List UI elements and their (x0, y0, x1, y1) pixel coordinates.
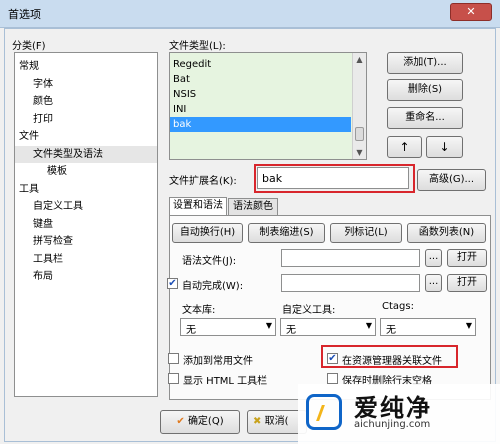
logo-icon (306, 394, 342, 430)
ctags-value: 无 (386, 325, 396, 336)
syntax-file-label: 语法文件(J): (182, 256, 237, 267)
tab-syntax-colors[interactable]: 语法颜色 (228, 198, 278, 216)
autocomplete-checkbox[interactable]: ✔ (167, 278, 178, 289)
add-common-checkbox[interactable] (168, 353, 179, 364)
scroll-down-icon[interactable]: ▼ (353, 146, 366, 159)
custom-tool-value: 无 (286, 325, 296, 336)
show-html-toolbar-label: 显示 HTML 工具栏 (183, 376, 268, 387)
category-label: 分类(F) (12, 41, 46, 52)
tree-item-template[interactable]: 模板 (15, 163, 157, 181)
scroll-thumb[interactable] (355, 127, 364, 141)
syntax-file-input[interactable] (281, 249, 420, 267)
column-mark-button[interactable]: 列标记(L) (330, 223, 402, 243)
ok-button[interactable]: ✔ 确定(Q) (160, 410, 240, 434)
autocomplete-browse-button[interactable]: ... (425, 274, 442, 292)
chevron-down-icon: ▼ (265, 321, 272, 330)
tab-settings-syntax[interactable]: 设置和语法 (169, 197, 227, 216)
ctags-label: Ctags: (382, 301, 414, 312)
arrow-down-icon: ↓ (439, 140, 450, 154)
tree-item-font[interactable]: 字体 (15, 76, 157, 94)
tree-item-general[interactable]: 常规 (15, 58, 157, 76)
arrow-up-icon: ↑ (399, 140, 410, 154)
move-up-button[interactable]: ↑ (387, 136, 422, 158)
tree-item-color[interactable]: 颜色 (15, 93, 157, 111)
text-lib-value: 无 (186, 325, 196, 336)
filetype-label: 文件类型(L): (169, 41, 226, 52)
list-item[interactable]: Regedit (170, 57, 366, 72)
add-button[interactable]: 添加(T)... (387, 52, 463, 74)
add-common-label: 添加到常用文件 (183, 356, 253, 367)
ok-label: 确定(Q) (187, 416, 224, 427)
window-title: 首选项 (8, 8, 41, 21)
tree-item-filetypes-syntax[interactable]: 文件类型及语法 (15, 145, 157, 163)
autocomplete-input[interactable] (281, 274, 420, 292)
watermark-brand: 爱纯净 (354, 394, 432, 422)
category-tree[interactable]: 常规 字体 颜色 打印 文件 文件类型及语法 模板 工具 自定义工具 键盘 拼写… (14, 52, 158, 397)
filetype-list[interactable]: Regedit Bat NSIS INI bak ▲ ▼ (169, 52, 367, 160)
custom-tool-label: 自定义工具: (282, 305, 336, 316)
chevron-down-icon: ▼ (365, 321, 372, 330)
tree-item-tools[interactable]: 工具 (15, 181, 157, 199)
advanced-button[interactable]: 高级(G)... (417, 169, 486, 191)
delete-button[interactable]: 删除(S) (387, 79, 463, 101)
list-item-selected[interactable]: bak (170, 117, 351, 132)
move-down-button[interactable]: ↓ (426, 136, 463, 158)
syntax-open-button[interactable]: 打开 (447, 249, 487, 267)
tree-item-print[interactable]: 打印 (15, 111, 157, 129)
cancel-label: 取消( (264, 416, 289, 427)
list-item[interactable]: INI (170, 102, 366, 117)
show-html-toolbar-checkbox[interactable] (168, 373, 179, 384)
function-list-button[interactable]: 函数列表(N) (407, 223, 486, 243)
syntax-browse-button[interactable]: ... (425, 249, 442, 267)
auto-wrap-button[interactable]: 自动换行(H) (172, 223, 243, 243)
list-item[interactable]: Bat (170, 72, 366, 87)
tree-item-toolbar[interactable]: 工具栏 (15, 251, 157, 269)
title-bar: 首选项 ✕ (0, 0, 500, 28)
text-lib-select[interactable]: 无 ▼ (180, 318, 276, 336)
tree-item-layout[interactable]: 布局 (15, 268, 157, 286)
scroll-up-icon[interactable]: ▲ (353, 53, 366, 66)
chevron-down-icon: ▼ (465, 321, 472, 330)
watermark-url: aichunjing.com (354, 419, 431, 430)
ctags-select[interactable]: 无 ▼ (380, 318, 476, 336)
autocomplete-open-button[interactable]: 打开 (447, 274, 487, 292)
trim-trailing-checkbox[interactable] (327, 373, 338, 384)
check-icon: ✔ (176, 416, 185, 427)
watermark: 爱纯净 aichunjing.com (298, 384, 500, 444)
close-icon: ✕ (466, 5, 476, 18)
custom-tool-select[interactable]: 无 ▼ (280, 318, 376, 336)
filetype-scrollbar[interactable]: ▲ ▼ (352, 53, 366, 159)
tab-indent-button[interactable]: 制表缩进(S) (248, 223, 325, 243)
tree-item-spellcheck[interactable]: 拼写检查 (15, 233, 157, 251)
text-lib-label: 文本库: (182, 305, 216, 316)
assoc-explorer-highlight (321, 345, 458, 368)
tree-item-custom-tools[interactable]: 自定义工具 (15, 198, 157, 216)
tree-item-keyboard[interactable]: 键盘 (15, 216, 157, 234)
close-button[interactable]: ✕ (450, 3, 492, 21)
extension-highlight (254, 164, 415, 193)
x-icon: ✖ (253, 416, 262, 427)
tree-item-file[interactable]: 文件 (15, 128, 157, 146)
list-item[interactable]: NSIS (170, 87, 366, 102)
rename-button[interactable]: 重命名... (387, 107, 463, 129)
extension-label: 文件扩展名(K): (169, 176, 237, 187)
autocomplete-label: 自动完成(W): (182, 281, 244, 292)
